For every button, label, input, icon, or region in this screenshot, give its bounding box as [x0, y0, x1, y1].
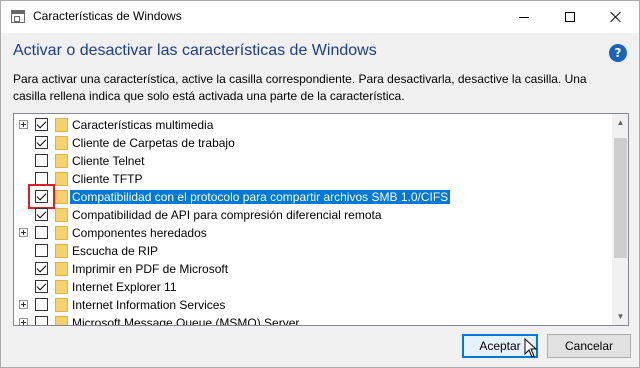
feature-row[interactable]: Internet Explorer 11 [14, 278, 612, 296]
expand-plus-icon[interactable] [19, 120, 28, 129]
folder-icon [55, 136, 68, 150]
feature-checkbox[interactable] [35, 262, 48, 275]
feature-label: Compatibilidad con el protocolo para com… [70, 190, 451, 204]
close-button[interactable] [593, 1, 639, 33]
feature-label: Cliente de Carpetas de trabajo [72, 136, 235, 150]
feature-label: Microsoft Message Queue (MSMQ) Server [72, 316, 300, 326]
window-app-icon [11, 10, 25, 23]
feature-checkbox[interactable] [35, 298, 48, 311]
folder-icon [55, 316, 68, 325]
folder-icon [55, 244, 68, 258]
cancel-button[interactable]: Cancelar [547, 334, 631, 358]
instructions-text: Para activar una característica, active … [13, 72, 587, 103]
minimize-button[interactable] [501, 1, 547, 33]
folder-icon [55, 190, 68, 204]
folder-icon [55, 280, 68, 294]
page-title: Activar o desactivar las características… [13, 42, 377, 59]
feature-checkbox[interactable] [35, 118, 48, 131]
feature-row[interactable]: Compatibilidad de API para compresión di… [14, 206, 612, 224]
feature-row[interactable]: Cliente de Carpetas de trabajo [14, 134, 612, 152]
feature-label: Escucha de RIP [72, 244, 159, 258]
scroll-down-arrow-icon[interactable]: ▼ [612, 308, 628, 325]
feature-label: Cliente TFTP [72, 172, 143, 186]
feature-checkbox[interactable] [35, 244, 48, 257]
feature-row[interactable]: Características multimedia [14, 116, 612, 134]
maximize-icon [565, 12, 575, 22]
folder-icon [55, 172, 68, 186]
feature-label: Internet Information Services [72, 298, 226, 312]
feature-label: Imprimir en PDF de Microsoft [72, 262, 229, 276]
expand-plus-icon[interactable] [19, 318, 28, 325]
expand-plus-icon[interactable] [19, 228, 28, 237]
vertical-scrollbar[interactable]: ▲ ▼ [612, 114, 628, 325]
mouse-cursor-icon [524, 338, 538, 358]
feature-label: Compatibilidad de API para compresión di… [72, 208, 382, 222]
feature-row[interactable]: Escucha de RIP [14, 242, 612, 260]
feature-label: Características multimedia [72, 118, 214, 132]
features-dialog: Características de Windows Activar o des… [0, 0, 640, 368]
feature-row[interactable]: Compatibilidad con el protocolo para com… [14, 184, 612, 209]
feature-row[interactable]: Componentes heredados [14, 224, 612, 242]
window-title: Características de Windows [33, 9, 182, 23]
title-bar[interactable]: Características de Windows [1, 1, 639, 33]
scroll-thumb[interactable] [614, 138, 627, 258]
folder-icon [55, 208, 68, 222]
feature-checkbox[interactable] [35, 280, 48, 293]
feature-checkbox[interactable] [35, 136, 48, 149]
scroll-up-arrow-icon[interactable]: ▲ [612, 114, 628, 131]
feature-checkbox[interactable] [35, 154, 48, 167]
feature-row[interactable]: Internet Information Services [14, 296, 612, 314]
maximize-button[interactable] [547, 1, 593, 33]
feature-row[interactable]: Cliente TFTP [14, 170, 612, 188]
feature-checkbox[interactable] [35, 316, 48, 325]
folder-icon [55, 298, 68, 312]
feature-row[interactable]: Microsoft Message Queue (MSMQ) Server [14, 314, 612, 326]
expand-plus-icon[interactable] [19, 300, 28, 309]
folder-icon [55, 154, 68, 168]
folder-icon [55, 262, 68, 276]
feature-row[interactable]: Cliente Telnet [14, 152, 612, 170]
feature-label: Componentes heredados [72, 226, 207, 240]
feature-label: Cliente Telnet [72, 154, 145, 168]
feature-label: Internet Explorer 11 [72, 280, 177, 294]
folder-icon [55, 226, 68, 240]
feature-checkbox[interactable] [35, 208, 48, 221]
minimize-icon [519, 16, 529, 18]
feature-checkbox[interactable] [35, 226, 48, 239]
features-tree[interactable]: Características multimedia Cliente de Car… [13, 113, 629, 326]
close-icon [610, 11, 622, 23]
folder-icon [55, 118, 68, 132]
help-icon[interactable]: ? [609, 44, 627, 62]
feature-row[interactable]: Imprimir en PDF de Microsoft [14, 260, 612, 278]
